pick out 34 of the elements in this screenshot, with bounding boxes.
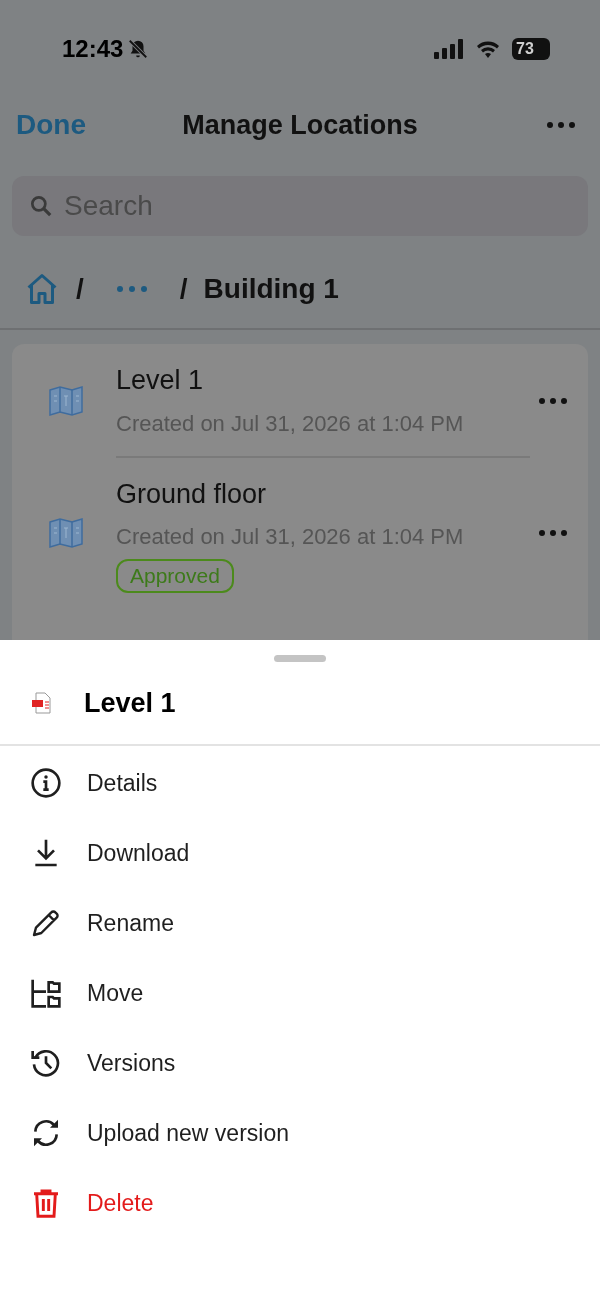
breadcrumb-separator: /: [76, 272, 84, 306]
info-icon: [30, 767, 62, 799]
sheet-title: Level 1: [84, 686, 176, 720]
status-badge: Approved: [116, 559, 234, 593]
bell-muted-icon: [127, 38, 150, 60]
folder-tree-icon: [30, 977, 62, 1009]
menu-item[interactable]: Move: [0, 958, 600, 1028]
more-icon: [538, 529, 568, 538]
map-icon: [48, 385, 84, 416]
item-name: Level 1: [116, 364, 205, 397]
menu-item[interactable]: Versions: [0, 1028, 600, 1098]
menu-item[interactable]: Upload new version: [0, 1098, 600, 1168]
wifi-icon: [476, 39, 500, 59]
menu-item[interactable]: Details: [0, 748, 600, 818]
item-name: Ground floor: [116, 477, 268, 511]
menu-item[interactable]: Delete: [0, 1168, 600, 1238]
pencil-icon: [30, 907, 62, 939]
pdf-file-icon: [30, 691, 54, 715]
history-icon: [30, 1047, 62, 1079]
page-title: Manage Locations: [182, 108, 418, 142]
more-button[interactable]: [538, 396, 568, 405]
signal-icon: [434, 39, 464, 59]
sheet-handle[interactable]: [274, 655, 326, 662]
battery-icon: 73: [512, 38, 550, 60]
search-icon: [28, 193, 54, 219]
more-icon: [538, 396, 568, 405]
menu-item[interactable]: Rename: [0, 888, 600, 958]
map-icon: [48, 518, 84, 549]
more-icon: [546, 121, 576, 129]
menu-item[interactable]: Download: [0, 818, 600, 888]
breadcrumb-separator: /: [179, 272, 188, 306]
more-button[interactable]: [538, 529, 568, 538]
breadcrumb-current: Building 1: [203, 272, 339, 306]
status-time: 12:43: [62, 34, 124, 64]
